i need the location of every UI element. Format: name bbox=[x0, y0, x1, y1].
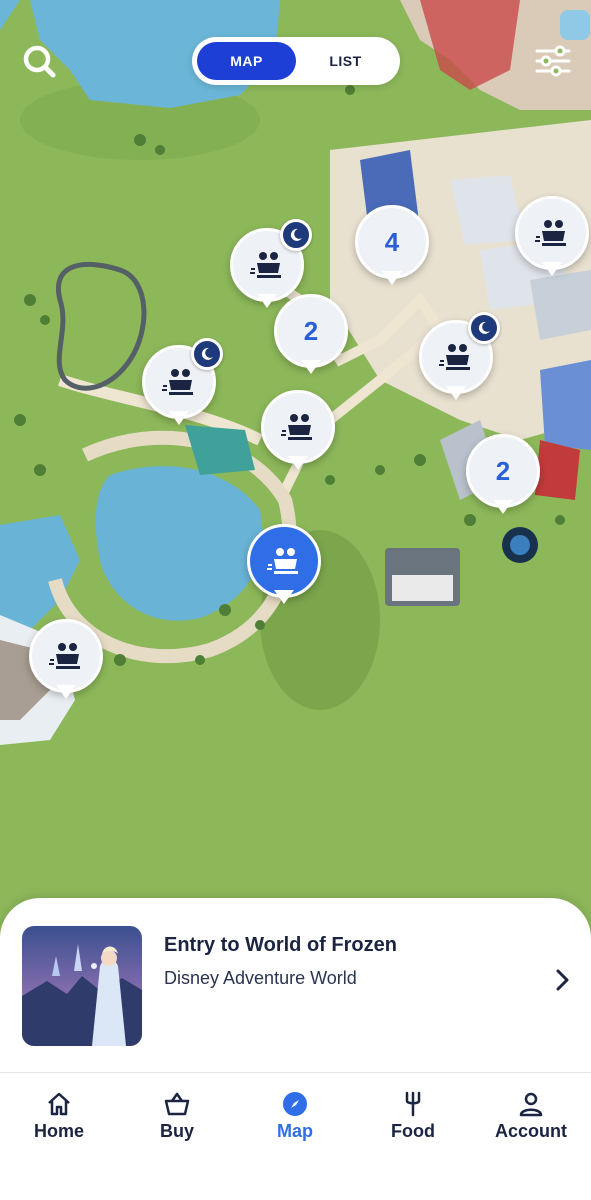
nav-home-label: Home bbox=[33, 1121, 84, 1141]
ride-vehicle-icon bbox=[267, 548, 298, 574]
map-pin-cluster[interactable]: 4 bbox=[355, 205, 429, 295]
basket-icon bbox=[162, 1089, 192, 1119]
nav-food[interactable]: Food bbox=[354, 1089, 472, 1149]
nav-buy[interactable]: Buy bbox=[118, 1089, 236, 1149]
nav-map[interactable]: Map bbox=[236, 1089, 354, 1149]
compass-icon bbox=[280, 1089, 310, 1119]
open-details-button[interactable] bbox=[550, 968, 574, 992]
map-pin-ride[interactable] bbox=[515, 196, 589, 286]
ride-vehicle-icon bbox=[49, 643, 80, 669]
chevron-right-icon bbox=[556, 969, 569, 991]
nav-home[interactable]: Home bbox=[0, 1089, 118, 1149]
attraction-title: Entry to World of Frozen bbox=[164, 934, 397, 956]
person-icon bbox=[516, 1089, 546, 1119]
cluster-count: 2 bbox=[303, 315, 319, 346]
bottom-nav: Home Buy Map Food Account bbox=[0, 1072, 591, 1200]
nav-account-label: Account bbox=[495, 1121, 567, 1141]
home-icon bbox=[44, 1089, 74, 1119]
nav-food-label: Food bbox=[391, 1121, 435, 1141]
ride-vehicle-icon bbox=[162, 369, 193, 395]
search-icon bbox=[23, 45, 56, 78]
map-pin-ride[interactable] bbox=[29, 619, 103, 709]
filter-button[interactable] bbox=[532, 40, 574, 82]
ride-vehicle-icon bbox=[250, 252, 281, 278]
map-pin-ride-selected[interactable] bbox=[247, 524, 321, 614]
ride-vehicle-icon bbox=[439, 344, 470, 370]
cluster-count: 2 bbox=[495, 455, 511, 486]
list-toggle-option[interactable]: LIST bbox=[296, 42, 395, 80]
nav-account[interactable]: Account bbox=[472, 1089, 590, 1149]
night-badge-icon bbox=[468, 312, 500, 344]
map-list-toggle[interactable]: MAP LIST bbox=[192, 37, 400, 85]
fork-icon bbox=[398, 1089, 428, 1119]
nav-map-label: Map bbox=[277, 1121, 313, 1141]
map-toggle-option[interactable]: MAP bbox=[197, 42, 296, 80]
map-pin-ride[interactable] bbox=[261, 390, 335, 480]
filter-sliders-icon bbox=[535, 45, 571, 77]
ride-vehicle-icon bbox=[281, 414, 312, 440]
frozen-attraction-thumbnail bbox=[22, 926, 142, 1046]
night-badge-icon bbox=[191, 338, 223, 370]
nav-buy-label: Buy bbox=[159, 1121, 194, 1141]
night-badge-icon bbox=[280, 219, 312, 251]
ride-vehicle-icon bbox=[535, 220, 566, 246]
map-pin-cluster[interactable]: 2 bbox=[466, 434, 540, 524]
search-button[interactable] bbox=[18, 40, 60, 82]
cluster-count: 4 bbox=[384, 226, 400, 257]
attraction-park-name: Disney Adventure World bbox=[164, 968, 357, 988]
map-pin-cluster[interactable]: 2 bbox=[274, 294, 348, 384]
